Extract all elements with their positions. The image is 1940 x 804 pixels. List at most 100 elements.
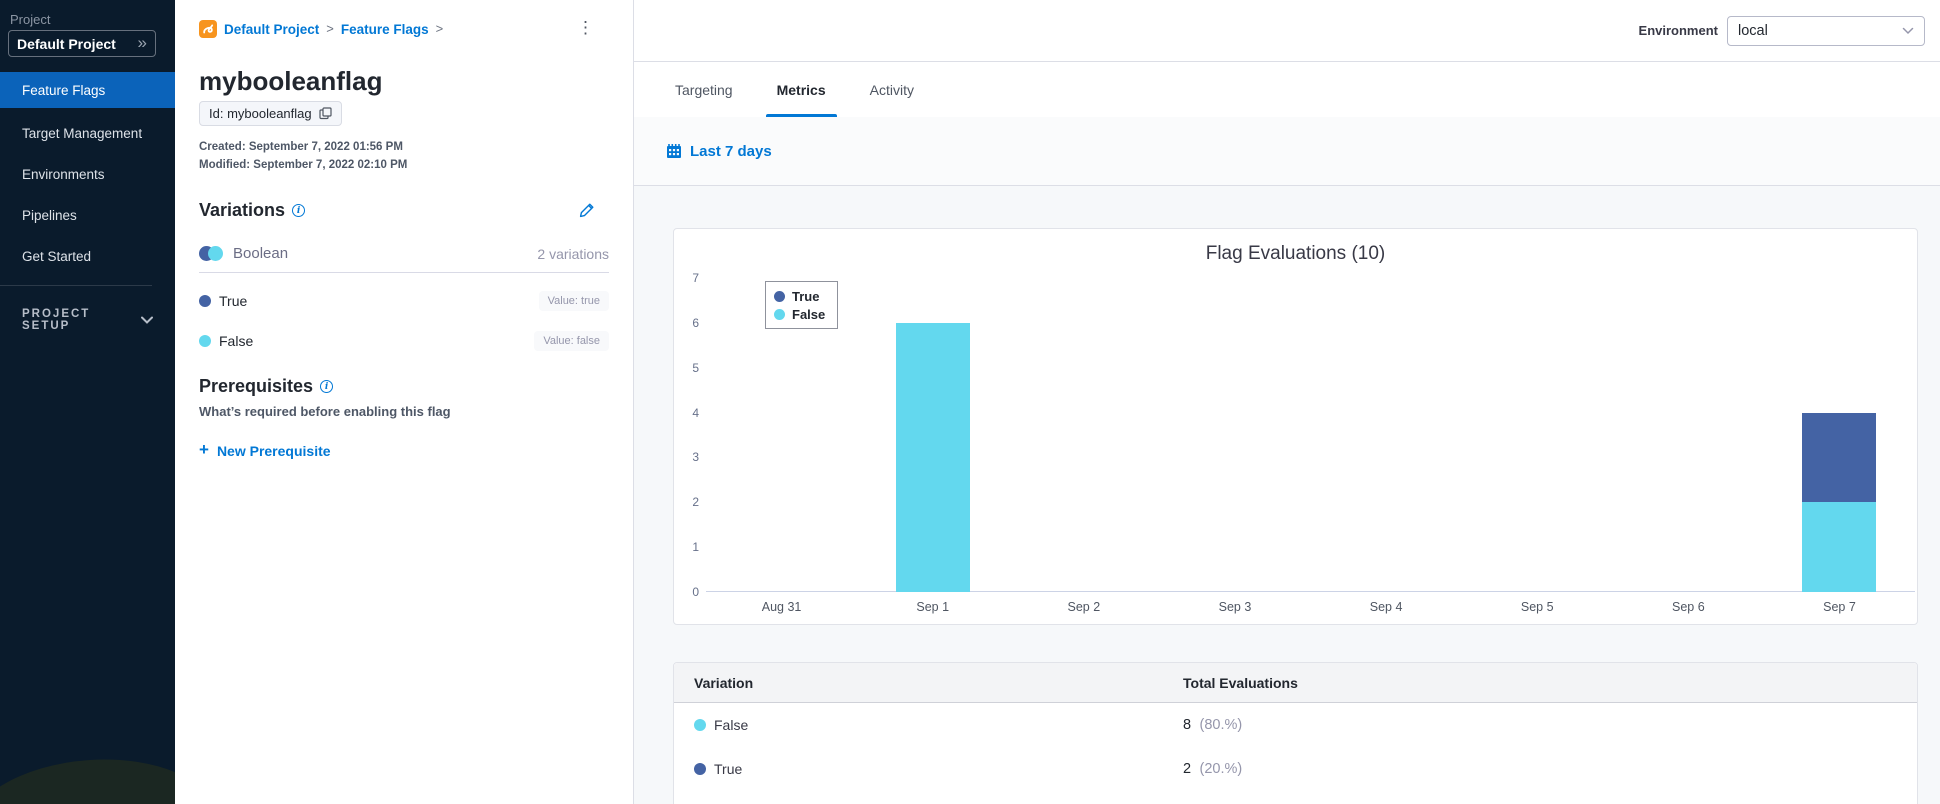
plus-icon <box>199 441 209 460</box>
calendar-icon <box>666 143 682 159</box>
x-axis-line <box>706 591 1915 592</box>
sidebar-decoration-curve <box>0 751 175 804</box>
x-axis-tick-label: Sep 5 <box>1520 600 1554 614</box>
bar-segment-false <box>895 322 970 592</box>
y-axis-tick-label: 6 <box>692 315 699 330</box>
flag-evaluations-chart-card: Flag Evaluations (10) True False 0 1 2 3 4 5 6 7… <box>673 228 1918 625</box>
flag-title: mybooleanflag <box>199 66 383 96</box>
column-header-total-evaluations: Total Evaluations <box>1183 674 1298 691</box>
project-setup-label: PROJECT SETUP <box>22 308 91 332</box>
x-axis-tick-label: Sep 2 <box>1067 600 1101 614</box>
sidebar-item-environments[interactable]: Environments <box>0 154 175 195</box>
info-icon[interactable] <box>320 380 334 393</box>
double-chevron-icon <box>138 34 147 53</box>
table-row-false: False 8 (80.%) <box>674 703 1917 747</box>
tab-metrics[interactable]: Metrics <box>765 62 837 117</box>
variation-type-label: Boolean <box>233 245 289 262</box>
table-header-row: Variation Total Evaluations <box>674 663 1917 703</box>
chart-title: Flag Evaluations (10) <box>1205 243 1386 264</box>
false-variation-dot <box>694 719 706 731</box>
y-axis-tick-label: 4 <box>692 405 699 420</box>
chevron-down-icon <box>141 316 153 324</box>
x-axis-tick-label: Sep 7 <box>1823 600 1856 614</box>
evaluation-percent: (20.%) <box>1199 761 1243 777</box>
tab-activity[interactable]: Activity <box>859 62 925 117</box>
app-window: Project Default Project Feature Flags Ta… <box>0 0 1940 804</box>
prerequisites-description: What’s required before enabling this fla… <box>199 404 451 419</box>
evaluation-percent: (80.%) <box>1199 717 1243 733</box>
variation-name: False <box>714 717 749 733</box>
true-variation-dot <box>694 763 706 775</box>
variation-name: False <box>219 333 254 349</box>
tab-bar: Targeting Metrics Activity <box>634 62 1940 117</box>
copy-icon[interactable] <box>319 107 332 120</box>
environment-select-value: local <box>1738 22 1768 39</box>
sidebar-divider <box>0 285 152 286</box>
y-axis-tick-label: 1 <box>692 540 699 555</box>
environment-select[interactable]: local <box>1727 15 1925 46</box>
x-axis-tick-label: Sep 1 <box>916 600 950 614</box>
sidebar-item-get-started[interactable]: Get Started <box>0 236 175 277</box>
created-timestamp: Created: September 7, 2022 01:56 PM <box>199 141 403 153</box>
breadcrumb-separator-icon <box>436 20 444 38</box>
sidebar-item-pipelines[interactable]: Pipelines <box>0 195 175 236</box>
project-selector-value: Default Project <box>17 35 116 52</box>
breadcrumb: Default Project Feature Flags <box>199 20 443 38</box>
variation-row-false: False Value: false <box>199 331 609 351</box>
edit-variations-button[interactable] <box>579 202 595 218</box>
true-variation-dot <box>199 295 211 307</box>
variation-name: True <box>714 761 743 777</box>
x-axis-tick-label: Sep 6 <box>1671 600 1705 614</box>
evaluation-count: 8 <box>1183 717 1192 733</box>
info-icon[interactable] <box>292 204 306 217</box>
x-axis-tick-label: Sep 3 <box>1218 600 1252 614</box>
variations-section-heading: Variations <box>199 200 306 221</box>
variation-value-badge: Value: false <box>534 331 609 351</box>
flag-options-menu-icon[interactable] <box>577 18 595 40</box>
breadcrumb-separator-icon <box>326 20 334 38</box>
table-row-true: True 2 (20.%) <box>674 747 1917 791</box>
legend-entry-false: False <box>774 305 825 323</box>
tab-targeting[interactable]: Targeting <box>664 62 744 117</box>
date-range-label: Last 7 days <box>690 142 772 160</box>
project-setup-section[interactable]: PROJECT SETUP <box>22 308 153 332</box>
project-label: Project <box>10 12 51 27</box>
modified-timestamp: Modified: September 7, 2022 02:10 PM <box>199 159 408 171</box>
flag-detail-panel: Default Project Feature Flags mybooleanf… <box>175 0 633 804</box>
y-axis-tick-label: 7 <box>692 271 699 285</box>
flag-id-text: Id: mybooleanflag <box>209 106 312 121</box>
metrics-content: Flag Evaluations (10) True False 0 1 2 3 4 5 6 7… <box>634 186 1940 804</box>
bar-segment-true <box>1802 412 1877 503</box>
y-axis-tick-label: 3 <box>692 450 699 465</box>
legend-dot <box>774 308 785 320</box>
date-range-button[interactable]: Last 7 days <box>666 143 772 160</box>
metrics-filter-bar: Last 7 days <box>634 117 1940 186</box>
chart-legend: True False <box>765 281 839 329</box>
y-axis-tick-label: 5 <box>692 360 699 375</box>
false-variation-dot <box>199 335 211 347</box>
project-selector[interactable]: Default Project <box>8 30 156 57</box>
chart-plot-area: True False 0 1 2 3 4 5 6 7 Aug 31 Sep 1 Sep 2 Sep 3 S… <box>692 271 1915 614</box>
chevron-down-icon <box>1902 27 1914 35</box>
evaluations-table-card: Variation Total Evaluations False 8 (80.… <box>673 662 1918 804</box>
evaluation-count: 2 <box>1183 761 1192 777</box>
legend-entry-true: True <box>774 287 825 305</box>
x-axis-tick-label: Aug 31 <box>761 600 802 614</box>
breadcrumb-link-feature-flags[interactable]: Feature Flags <box>341 22 429 37</box>
flag-id-pill[interactable]: Id: mybooleanflag <box>199 101 342 126</box>
breadcrumb-link-default-project[interactable]: Default Project <box>224 22 319 37</box>
new-prerequisite-button[interactable]: New Prerequisite <box>199 441 331 460</box>
variation-type-row: Boolean 2 variations <box>199 245 609 262</box>
sidebar: Project Default Project Feature Flags Ta… <box>0 0 175 804</box>
variation-name: True <box>219 293 248 309</box>
sidebar-item-feature-flags[interactable]: Feature Flags <box>0 72 175 108</box>
sidebar-item-target-management[interactable]: Target Management <box>0 113 175 154</box>
main-panel: Environment local Targeting Metrics Acti… <box>633 0 1940 804</box>
legend-label: True <box>792 288 820 304</box>
legend-dot <box>774 290 785 302</box>
x-axis-tick-label: Sep 4 <box>1369 600 1403 614</box>
environment-label: Environment <box>1638 23 1718 38</box>
environment-header: Environment local <box>634 0 1940 62</box>
sidebar-nav: Feature Flags Target Management Environm… <box>0 72 175 277</box>
divider <box>199 272 609 273</box>
